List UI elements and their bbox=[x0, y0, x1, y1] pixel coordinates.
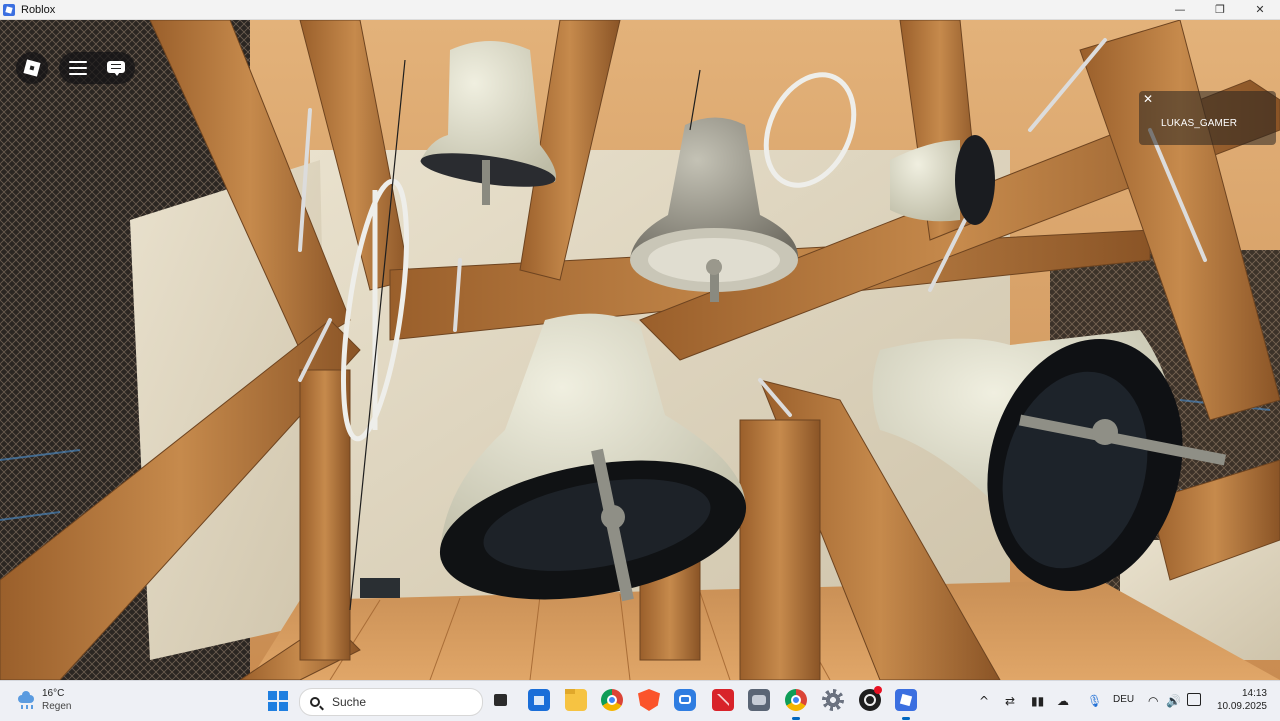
brave-browser-icon[interactable] bbox=[638, 689, 660, 711]
search-placeholder: Suche bbox=[332, 695, 367, 709]
close-icon[interactable]: ✕ bbox=[1143, 92, 1153, 106]
chat-app-icon[interactable] bbox=[674, 689, 696, 711]
language-indicator[interactable]: DEU bbox=[1113, 694, 1134, 705]
roblox-taskbar-icon[interactable] bbox=[895, 689, 917, 711]
microphone-icon[interactable]: 🎙 bbox=[1087, 694, 1102, 708]
chat-icon[interactable] bbox=[107, 60, 125, 76]
settings-gear-icon[interactable] bbox=[822, 689, 844, 711]
window-title-bar: Roblox — ❐ ✕ bbox=[0, 0, 1280, 20]
roblox-menu-button[interactable] bbox=[16, 52, 48, 84]
weather-temperature: 16°C bbox=[42, 688, 65, 699]
obs-studio-icon[interactable] bbox=[859, 686, 882, 711]
game-app-icon[interactable] bbox=[748, 689, 770, 711]
audio-levels-icon[interactable]: ▮▮ bbox=[1031, 694, 1044, 708]
taskbar-clock[interactable]: 14:13 10.09.2025 bbox=[1217, 687, 1267, 713]
weather-widget[interactable]: 16°C Regen bbox=[16, 687, 71, 713]
close-button[interactable]: ✕ bbox=[1240, 0, 1280, 19]
task-view-icon[interactable] bbox=[490, 689, 512, 711]
window-controls: — ❐ ✕ bbox=[1160, 0, 1280, 19]
microsoft-store-icon[interactable] bbox=[528, 689, 550, 711]
rain-cloud-icon bbox=[16, 690, 36, 710]
tray-chevron-icon[interactable]: ^ bbox=[979, 694, 989, 708]
game-viewport[interactable]: ✕ LUKAS_GAMER bbox=[0, 20, 1280, 680]
roblox-logo-icon bbox=[23, 59, 41, 77]
onedrive-cloud-icon[interactable]: ☁ bbox=[1057, 694, 1069, 708]
search-icon bbox=[310, 697, 320, 707]
maximize-button[interactable]: ❐ bbox=[1200, 0, 1240, 19]
clock-time: 14:13 bbox=[1241, 688, 1267, 699]
chrome-profile-icon[interactable] bbox=[785, 689, 807, 711]
wifi-icon[interactable]: ◠ bbox=[1148, 694, 1158, 708]
player-list-panel: ✕ LUKAS_GAMER bbox=[1139, 91, 1276, 145]
sync-arrows-icon[interactable]: ⇄ bbox=[1005, 694, 1015, 708]
windows-taskbar: 16°C Regen Suche ^ ⇄ ▮▮ ☁ 🎙 DEU ◠ 🔊 14:1… bbox=[0, 680, 1280, 721]
player-name[interactable]: LUKAS_GAMER bbox=[1139, 118, 1259, 129]
bell-tower-scene bbox=[0, 20, 1280, 680]
taskbar-search[interactable]: Suche bbox=[299, 688, 483, 716]
volume-icon[interactable]: 🔊 bbox=[1166, 694, 1181, 708]
roblox-app-icon bbox=[3, 3, 15, 16]
minimize-button[interactable]: — bbox=[1160, 0, 1200, 19]
weather-condition: Regen bbox=[42, 701, 72, 712]
roblox-topbar-group bbox=[59, 52, 135, 84]
windows-start-icon[interactable] bbox=[268, 691, 288, 711]
hamburger-menu-icon[interactable] bbox=[69, 61, 87, 75]
pdf-app-icon[interactable] bbox=[712, 689, 734, 711]
chrome-icon[interactable] bbox=[601, 689, 623, 711]
file-explorer-icon[interactable] bbox=[565, 689, 587, 711]
notification-icon[interactable] bbox=[1187, 693, 1201, 706]
window-title: Roblox bbox=[21, 3, 56, 16]
clock-date: 10.09.2025 bbox=[1216, 701, 1267, 712]
